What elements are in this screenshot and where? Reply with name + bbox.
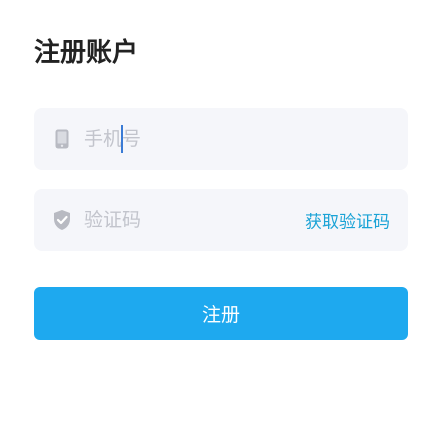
register-button[interactable]: 注册: [34, 287, 408, 340]
phone-field[interactable]: [34, 108, 408, 170]
text-caret: [121, 125, 123, 153]
page-title: 注册账户: [34, 38, 139, 68]
phone-input[interactable]: [82, 108, 304, 170]
register-page: 注册账户 获取验证码 注册: [0, 0, 444, 424]
phone-icon: [52, 128, 72, 150]
shield-check-icon: [52, 209, 72, 231]
verification-code-field[interactable]: 获取验证码: [34, 189, 408, 251]
get-verification-code-button[interactable]: 获取验证码: [305, 208, 390, 233]
verification-code-input[interactable]: [82, 189, 304, 251]
